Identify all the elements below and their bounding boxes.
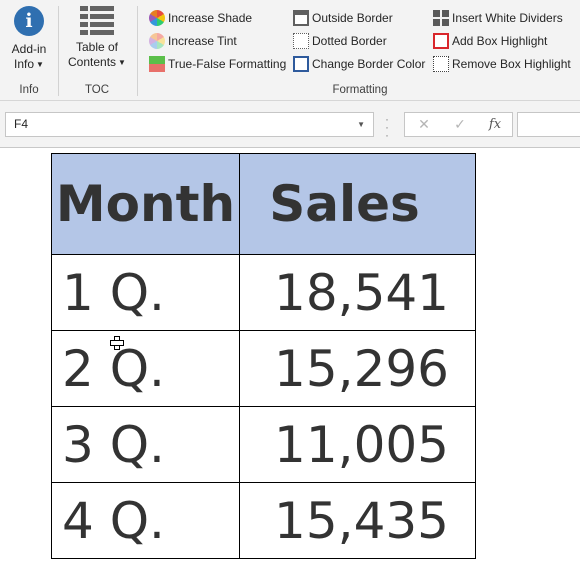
name-box[interactable]: F4 ▼ bbox=[5, 112, 374, 137]
light-color-wheel-icon bbox=[149, 33, 165, 49]
month-cell[interactable]: 3 Q. bbox=[51, 406, 240, 483]
insert-white-dividers-label: Insert White Dividers bbox=[452, 11, 563, 25]
dotted-box-icon bbox=[433, 56, 449, 72]
remove-box-highlight-button[interactable]: Remove Box Highlight bbox=[433, 54, 571, 74]
dotted-border-icon bbox=[293, 33, 309, 49]
ribbon: i Add-in Info ▼ Info Table of Contents ▼ T… bbox=[0, 0, 580, 101]
data-table: Month Sales 1 Q. 18,541 2 Q. 15,296 3 Q.… bbox=[51, 153, 476, 559]
sales-cell[interactable]: 18,541 bbox=[239, 254, 476, 331]
worksheet-grid[interactable]: Month Sales 1 Q. 18,541 2 Q. 15,296 3 Q.… bbox=[0, 148, 580, 580]
group-divider bbox=[58, 6, 59, 96]
toc-label-1: Table of bbox=[75, 40, 119, 54]
sales-cell[interactable]: 15,296 bbox=[239, 330, 476, 407]
cancel-icon[interactable]: ✕ bbox=[409, 113, 439, 136]
group-divider bbox=[137, 6, 138, 96]
chevron-down-icon: ▼ bbox=[36, 60, 44, 69]
formula-bar: F4 ▼ · · · ✕ ✓ fx bbox=[0, 101, 580, 148]
toc-group-caption: TOC bbox=[84, 84, 110, 96]
table-row: 3 Q. 11,005 bbox=[51, 406, 476, 483]
table-of-contents-button[interactable]: Table of Contents ▼ bbox=[64, 6, 130, 70]
formula-input[interactable] bbox=[517, 112, 580, 137]
outside-border-button[interactable]: Outside Border bbox=[293, 8, 393, 28]
grid-dividers-icon bbox=[433, 10, 449, 26]
remove-box-highlight-label: Remove Box Highlight bbox=[452, 57, 571, 71]
header-month[interactable]: Month bbox=[51, 153, 240, 255]
border-color-icon bbox=[293, 56, 309, 72]
red-box-icon bbox=[433, 33, 449, 49]
increase-tint-label: Increase Tint bbox=[168, 34, 237, 48]
formula-buttons: ✕ ✓ fx bbox=[404, 112, 513, 137]
sales-cell[interactable]: 15,435 bbox=[239, 482, 476, 559]
resize-handle-icon[interactable]: · · · bbox=[384, 113, 390, 141]
table-row: 1 Q. 18,541 bbox=[51, 254, 476, 331]
chevron-down-icon[interactable]: ▼ bbox=[357, 113, 365, 136]
toc-label-2: Contents bbox=[68, 55, 117, 69]
true-false-formatting-label: True-False Formatting bbox=[168, 57, 287, 71]
outside-border-icon bbox=[293, 10, 309, 26]
insert-function-icon[interactable]: fx bbox=[480, 113, 510, 136]
true-false-icon bbox=[149, 56, 165, 72]
formatting-group-caption: Formatting bbox=[332, 84, 388, 96]
increase-shade-button[interactable]: Increase Shade bbox=[149, 8, 252, 28]
sales-cell[interactable]: 11,005 bbox=[239, 406, 476, 483]
outside-border-label: Outside Border bbox=[312, 11, 393, 25]
info-group-caption: Info bbox=[19, 84, 39, 96]
change-border-color-button[interactable]: Change Border Color bbox=[293, 54, 425, 74]
add-in-info-label-1: Add-in bbox=[11, 42, 47, 56]
enter-icon[interactable]: ✓ bbox=[445, 113, 475, 136]
table-of-contents-icon bbox=[80, 6, 114, 36]
add-in-info-label-2: Info bbox=[14, 57, 35, 71]
change-border-color-label: Change Border Color bbox=[312, 57, 426, 71]
add-box-highlight-label: Add Box Highlight bbox=[452, 34, 548, 48]
table-header-row: Month Sales bbox=[51, 153, 476, 255]
chevron-down-icon: ▼ bbox=[118, 58, 126, 67]
color-wheel-icon bbox=[149, 10, 165, 26]
increase-shade-label: Increase Shade bbox=[168, 11, 253, 25]
table-row: 4 Q. 15,435 bbox=[51, 482, 476, 559]
add-in-info-button[interactable]: i Add-in Info ▼ bbox=[4, 6, 54, 72]
info-icon: i bbox=[14, 6, 44, 36]
increase-tint-button[interactable]: Increase Tint bbox=[149, 31, 237, 51]
name-box-value: F4 bbox=[14, 117, 29, 131]
header-sales[interactable]: Sales bbox=[239, 153, 476, 255]
true-false-formatting-button[interactable]: True-False Formatting bbox=[149, 54, 286, 74]
dotted-border-label: Dotted Border bbox=[312, 34, 387, 48]
month-cell[interactable]: 4 Q. bbox=[51, 482, 240, 559]
dotted-border-button[interactable]: Dotted Border bbox=[293, 31, 387, 51]
month-cell[interactable]: 2 Q. bbox=[51, 330, 240, 407]
month-cell[interactable]: 1 Q. bbox=[51, 254, 240, 331]
insert-white-dividers-button[interactable]: Insert White Dividers bbox=[433, 8, 563, 28]
cell-select-cursor-icon bbox=[110, 336, 124, 350]
add-box-highlight-button[interactable]: Add Box Highlight bbox=[433, 31, 547, 51]
